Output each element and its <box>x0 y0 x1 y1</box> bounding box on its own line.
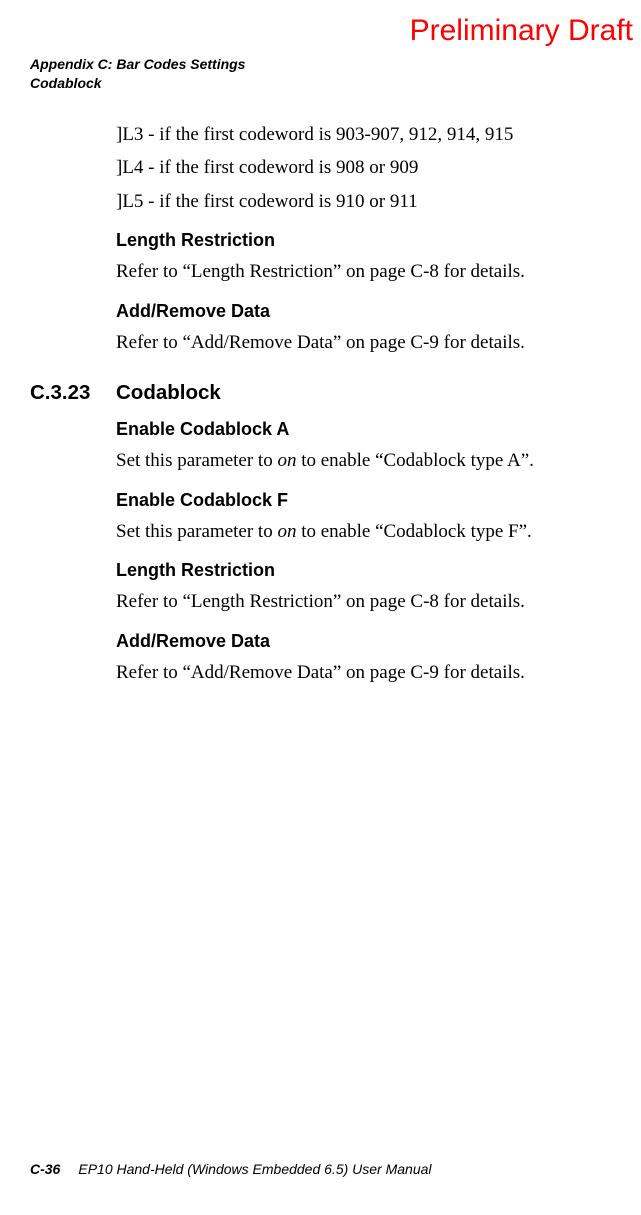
page-content: ]L3 - if the first codeword is 903-907, … <box>116 120 611 691</box>
page-number: C-36 <box>30 1161 60 1177</box>
enable-f-em: on <box>277 521 296 542</box>
text-length-restriction-2: Refer to “Length Restriction” on page C-… <box>116 587 611 616</box>
manual-title: EP10 Hand-Held (Windows Embedded 6.5) Us… <box>78 1161 431 1177</box>
subheading-enable-f: Enable Codablock F <box>116 490 611 511</box>
enable-a-post: to enable “Codablock type A”. <box>296 450 533 471</box>
subheading-length-restriction-1: Length Restriction <box>116 230 611 251</box>
page-footer: C-36 EP10 Hand-Held (Windows Embedded 6.5… <box>30 1161 432 1177</box>
enable-f-post: to enable “Codablock type F”. <box>296 521 531 542</box>
section-heading-codablock: C.3.23Codablock <box>30 381 611 405</box>
text-add-remove-1: Refer to “Add/Remove Data” on page C-9 f… <box>116 328 611 357</box>
text-length-restriction-1: Refer to “Length Restriction” on page C-… <box>116 257 611 286</box>
subheading-add-remove-1: Add/Remove Data <box>116 301 611 322</box>
section-number: C.3.23 <box>30 381 116 405</box>
section-title: Codablock <box>116 381 221 404</box>
body-line-l5: ]L5 - if the first codeword is 910 or 91… <box>116 187 611 216</box>
watermark-text: Preliminary Draft <box>410 14 633 48</box>
header-section: Codablock <box>30 74 245 93</box>
header-appendix: Appendix C: Bar Codes Settings <box>30 55 245 74</box>
enable-a-pre: Set this parameter to <box>116 450 277 471</box>
text-enable-a: Set this parameter to on to enable “Coda… <box>116 446 611 475</box>
subheading-add-remove-2: Add/Remove Data <box>116 631 611 652</box>
text-add-remove-2: Refer to “Add/Remove Data” on page C-9 f… <box>116 658 611 687</box>
enable-f-pre: Set this parameter to <box>116 521 277 542</box>
body-line-l4: ]L4 - if the first codeword is 908 or 90… <box>116 153 611 182</box>
page-header: Appendix C: Bar Codes Settings Codablock <box>30 55 245 93</box>
subheading-length-restriction-2: Length Restriction <box>116 560 611 581</box>
enable-a-em: on <box>277 450 296 471</box>
body-line-l3: ]L3 - if the first codeword is 903-907, … <box>116 120 611 149</box>
text-enable-f: Set this parameter to on to enable “Coda… <box>116 517 611 546</box>
subheading-enable-a: Enable Codablock A <box>116 419 611 440</box>
